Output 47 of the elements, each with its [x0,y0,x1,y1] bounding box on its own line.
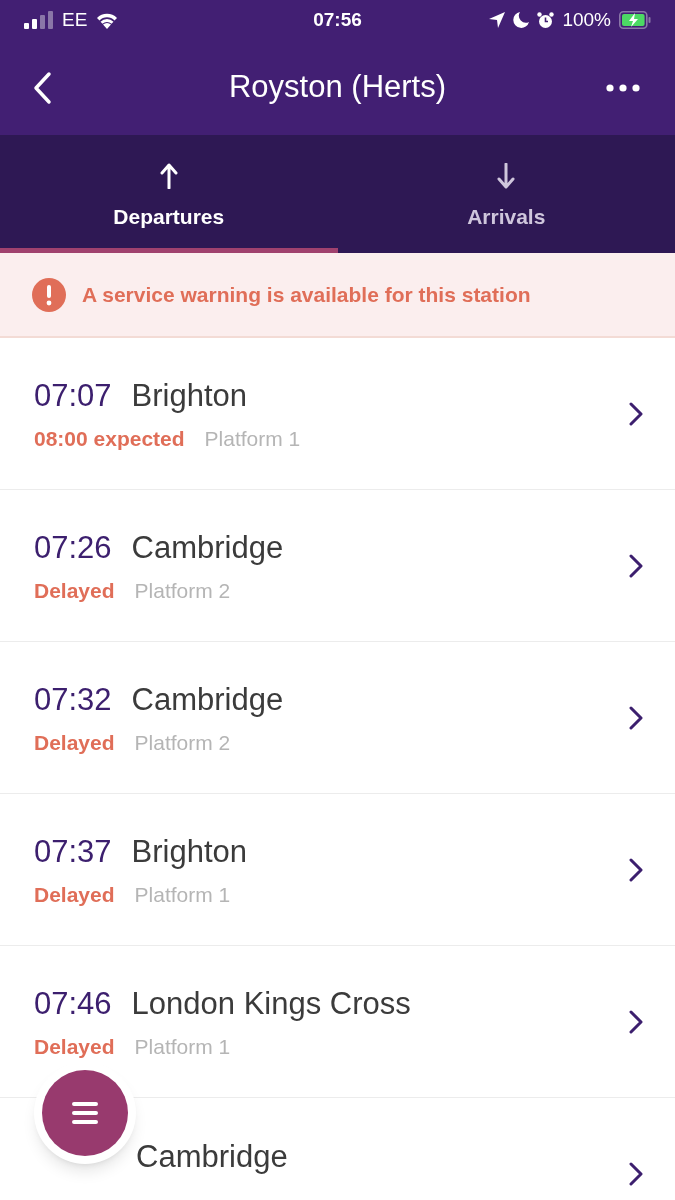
departure-time: 07:46 [34,984,112,1023]
chevron-right-icon [629,1161,643,1186]
chevron-right-icon [629,553,643,578]
departure-time: 07:32 [34,680,112,719]
alarm-clock-icon [537,11,555,29]
departure-time: 07:26 [34,528,112,567]
service-status: Delayed [34,882,115,908]
carrier-name: EE [62,7,88,32]
departure-time: 07:37 [34,832,112,871]
more-icon [606,83,640,92]
service-row[interactable]: 07:32 Cambridge Delayed Platform 2 [0,642,675,794]
destination-name: Cambridge [131,528,284,567]
service-status: Delayed [34,1034,115,1060]
destination-name: Brighton [131,376,248,415]
destination-name: Brighton [131,832,248,871]
moon-icon [513,12,530,28]
platform-label: Platform 1 [204,426,301,452]
departure-time: 07:07 [34,376,112,415]
chevron-left-icon [32,70,52,105]
battery-charging-icon [619,11,651,29]
up-arrow-icon [159,162,178,189]
menu-icon [71,1101,99,1125]
service-status: Delayed [34,730,115,756]
signal-icon [24,11,54,29]
platform-label: Platform 1 [134,882,231,908]
destination-name: London Kings Cross [131,984,411,1023]
chevron-right-icon [629,857,643,882]
down-arrow-icon [497,162,516,189]
platform-label: Platform 2 [134,578,231,604]
chevron-right-icon [629,1009,643,1034]
service-row[interactable]: 07:07 Brighton 08:00 expected Platform 1 [0,338,675,490]
chevron-right-icon [629,401,643,426]
destination-name: Cambridge [136,1138,288,1177]
wifi-icon [95,11,120,29]
service-row[interactable]: 07:26 Cambridge Delayed Platform 2 [0,490,675,642]
clock-time: 07:56 [313,7,362,32]
service-status: 08:00 expected [34,426,185,452]
destination-name: Cambridge [131,680,284,719]
station-title: Royston (Herts) [228,68,446,107]
service-row[interactable]: 07:37 Brighton Delayed Platform 1 [0,794,675,946]
warning-icon [32,277,66,312]
service-status: Delayed [34,578,115,604]
chevron-right-icon [629,705,643,730]
battery-percentage: 100% [562,7,611,32]
location-arrow-icon [489,12,506,28]
platform-label: Platform 2 [134,730,231,756]
platform-label: Platform 1 [134,1034,231,1060]
